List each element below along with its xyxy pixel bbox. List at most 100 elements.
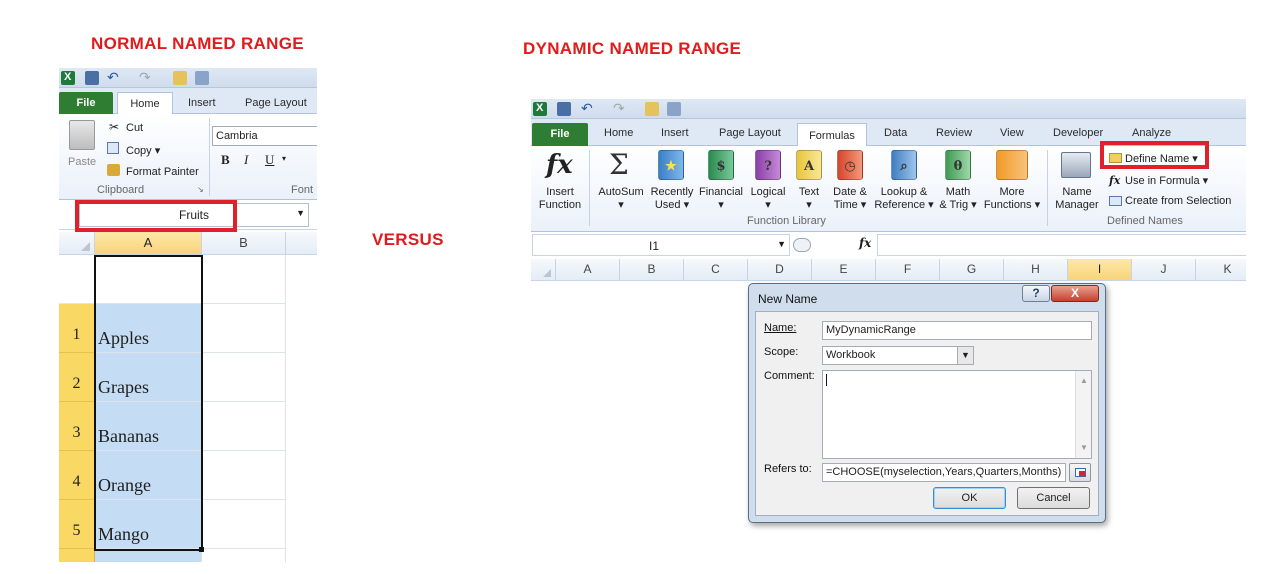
financial-button[interactable]: Financial ▾: [695, 186, 747, 212]
tab-page-layout[interactable]: Page Layout: [245, 97, 307, 109]
scope-select[interactable]: Workbook ▼: [822, 346, 974, 365]
comment-textarea[interactable]: ▲ ▼: [822, 370, 1092, 459]
redo-icon[interactable]: ↷: [139, 69, 151, 86]
select-all-corner[interactable]: [59, 232, 95, 255]
tab-developer[interactable]: Developer: [1053, 127, 1103, 139]
font-name-input[interactable]: Cambria: [212, 126, 317, 146]
cell-b[interactable]: [202, 402, 286, 451]
tab-home[interactable]: Home: [117, 92, 173, 115]
save-icon[interactable]: [557, 102, 571, 116]
column-header-a[interactable]: A: [95, 232, 202, 255]
column-header-h[interactable]: H: [1004, 259, 1068, 281]
use-in-formula-button[interactable]: Use in Formula ▾: [1125, 174, 1208, 187]
date-time-button[interactable]: Date & Time ▾: [827, 186, 873, 212]
create-from-selection-button[interactable]: Create from Selection: [1125, 195, 1231, 207]
refers-to-input[interactable]: =CHOOSE(myselection,Years,Quarters,Month…: [822, 463, 1066, 482]
name-manager-button[interactable]: Name Manager: [1049, 186, 1105, 212]
row-header[interactable]: 3: [59, 402, 95, 451]
tab-insert[interactable]: Insert: [661, 127, 689, 139]
chevron-down-icon[interactable]: ▾: [282, 154, 286, 163]
math-trig-button[interactable]: Math & Trig ▾: [933, 186, 983, 212]
column-header-k[interactable]: K: [1196, 259, 1246, 281]
bold-button[interactable]: B: [221, 152, 230, 168]
column-header-g[interactable]: G: [940, 259, 1004, 281]
cell-b[interactable]: [202, 353, 286, 402]
name-input[interactable]: MyDynamicRange: [822, 321, 1092, 340]
recently-used-button[interactable]: Recently Used ▾: [647, 186, 697, 212]
underline-button[interactable]: U: [265, 152, 274, 168]
column-header-a[interactable]: A: [556, 259, 620, 281]
cell-b-blank[interactable]: [202, 255, 286, 304]
logical-button[interactable]: Logical ▾: [743, 186, 793, 212]
form-icon[interactable]: [645, 102, 659, 116]
row-header[interactable]: 5: [59, 500, 95, 549]
cell-b[interactable]: [202, 500, 286, 549]
column-header-b[interactable]: B: [620, 259, 684, 281]
cell-b[interactable]: [202, 549, 286, 562]
column-header-b[interactable]: B: [202, 232, 286, 255]
tab-view[interactable]: View: [1000, 127, 1024, 139]
tab-review[interactable]: Review: [936, 127, 972, 139]
more-functions-button[interactable]: More Functions ▾: [981, 186, 1043, 212]
cancel-button[interactable]: Cancel: [1017, 487, 1090, 509]
undo-icon[interactable]: ↶: [107, 69, 119, 86]
tab-analyze[interactable]: Analyze: [1132, 127, 1171, 139]
row-header[interactable]: 1: [59, 304, 95, 353]
chart-icon[interactable]: [667, 102, 681, 116]
tab-file[interactable]: File: [532, 123, 588, 146]
column-header-i[interactable]: I: [1068, 259, 1132, 281]
scroll-down-icon[interactable]: ▼: [1080, 440, 1088, 456]
tab-formulas[interactable]: Formulas: [797, 123, 867, 147]
cut-button[interactable]: Cut: [126, 122, 143, 134]
column-header-e[interactable]: E: [812, 259, 876, 281]
help-button[interactable]: ?: [1022, 285, 1050, 302]
row-header[interactable]: 2: [59, 353, 95, 402]
column-header-c[interactable]: C: [684, 259, 748, 281]
chart-icon[interactable]: [195, 71, 209, 85]
name-box[interactable]: I1 ▼: [532, 234, 790, 256]
column-header-f[interactable]: F: [876, 259, 940, 281]
tab-insert[interactable]: Insert: [188, 97, 216, 109]
chevron-down-icon[interactable]: ▼: [777, 239, 786, 249]
column-header-d[interactable]: D: [748, 259, 812, 281]
paste-label[interactable]: Paste: [68, 156, 96, 168]
column-header-c[interactable]: [286, 232, 317, 255]
cell-b[interactable]: [202, 304, 286, 353]
chevron-down-icon[interactable]: ▼: [296, 208, 305, 218]
chevron-down-icon[interactable]: ▼: [957, 347, 973, 364]
column-header-j[interactable]: J: [1132, 259, 1196, 281]
excel-logo-icon: X: [533, 102, 547, 116]
form-icon[interactable]: [173, 71, 187, 85]
italic-button[interactable]: I: [244, 152, 248, 168]
save-icon[interactable]: [85, 71, 99, 85]
copy-button[interactable]: Copy ▾: [126, 144, 160, 157]
row-header-blank[interactable]: [59, 255, 95, 304]
row-header[interactable]: 6: [59, 549, 95, 562]
format-painter-button[interactable]: Format Painter: [126, 166, 199, 178]
insert-function-fx-button[interactable]: fx: [859, 236, 871, 250]
paste-icon[interactable]: [69, 120, 95, 150]
tab-home[interactable]: Home: [604, 127, 633, 139]
text-button[interactable]: Text ▾: [791, 186, 827, 212]
tab-data[interactable]: Data: [884, 127, 907, 139]
autosum-button[interactable]: AutoSum ▾: [593, 186, 649, 212]
scroll-up-icon[interactable]: ▲: [1080, 373, 1088, 389]
group-divider: [589, 150, 590, 226]
scrollbar[interactable]: ▲ ▼: [1075, 371, 1091, 458]
close-button[interactable]: X: [1051, 285, 1099, 302]
fill-handle[interactable]: [199, 547, 204, 552]
tab-file[interactable]: File: [59, 92, 113, 114]
range-selector-icon[interactable]: [1069, 463, 1091, 482]
redo-icon[interactable]: ↷: [613, 100, 625, 117]
ok-button[interactable]: OK: [933, 487, 1006, 509]
tab-page-layout[interactable]: Page Layout: [719, 127, 781, 139]
select-all-corner[interactable]: [531, 259, 556, 281]
lookup-reference-button[interactable]: Lookup & Reference ▾: [871, 186, 937, 212]
dialog-launcher-icon[interactable]: ↘: [197, 185, 204, 194]
insert-function-button[interactable]: Insert Function: [533, 186, 587, 212]
cell-b[interactable]: [202, 451, 286, 500]
undo-icon[interactable]: ↶: [581, 100, 593, 117]
row-header[interactable]: 4: [59, 451, 95, 500]
heading-dynamic-named-range: DYNAMIC NAMED RANGE: [523, 39, 742, 58]
formula-input[interactable]: [877, 234, 1246, 256]
